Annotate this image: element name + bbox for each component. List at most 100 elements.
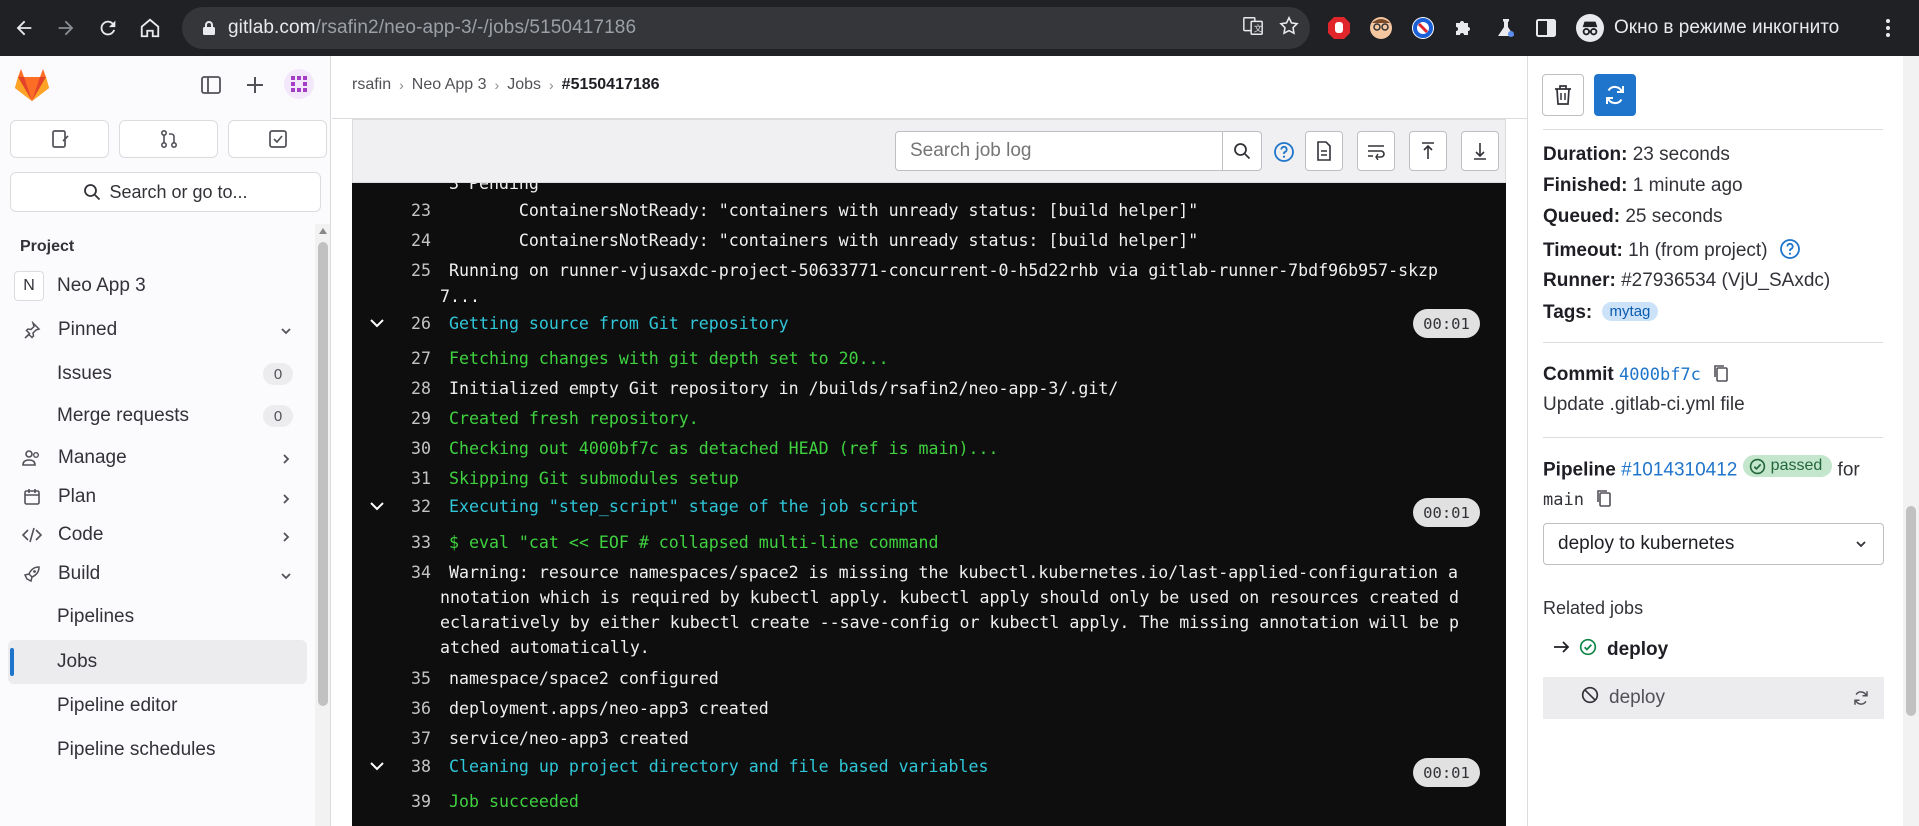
- sidebar-item-issues[interactable]: Issues 0: [0, 352, 315, 396]
- log-line-number[interactable]: 39: [352, 792, 431, 811]
- svg-text:文: 文: [1254, 23, 1262, 33]
- log-line-number[interactable]: 26: [352, 314, 431, 333]
- log-line-number[interactable]: 31: [352, 469, 431, 488]
- sidebar-item-manage[interactable]: Manage: [0, 438, 315, 478]
- sidebar-item-pipeline-editor[interactable]: Pipeline editor: [0, 684, 315, 728]
- stage-select-value: deploy to kubernetes: [1558, 533, 1735, 554]
- log-line-number[interactable]: 29: [352, 409, 431, 428]
- log-line-number[interactable]: 37: [352, 729, 431, 748]
- scroll-to-bottom-button[interactable]: [1461, 131, 1499, 171]
- extension-blue-circle-icon[interactable]: [1410, 10, 1436, 46]
- count-badge: 0: [263, 363, 293, 385]
- log-line-number[interactable]: 30: [352, 439, 431, 458]
- bookmark-star-icon[interactable]: [1278, 15, 1300, 42]
- commit-sha-link[interactable]: 4000bf7c: [1619, 365, 1701, 385]
- sidebar-item-label: Pipelines: [57, 606, 135, 627]
- pipeline-ref[interactable]: main: [1543, 490, 1584, 510]
- todo-list-button[interactable]: [228, 120, 327, 158]
- log-line-number[interactable]: 27: [352, 349, 431, 368]
- plus-icon[interactable]: [244, 74, 266, 101]
- help-icon[interactable]: [1273, 141, 1295, 168]
- log-line-number[interactable]: 35: [352, 669, 431, 688]
- log-line-number[interactable]: 25: [352, 261, 431, 280]
- translate-icon[interactable]: 文: [1242, 15, 1264, 42]
- sidebar-item-pipeline-schedules[interactable]: Pipeline schedules: [0, 728, 315, 772]
- log-line-number[interactable]: 32: [352, 497, 431, 516]
- job-log-search-button[interactable]: [1222, 131, 1262, 171]
- pipeline-id-link[interactable]: #1014310412: [1621, 460, 1737, 481]
- sidebar-item-build[interactable]: Build: [0, 554, 315, 594]
- side-panel-icon[interactable]: [1534, 10, 1558, 46]
- show-raw-button[interactable]: [1305, 131, 1343, 171]
- breadcrumb-user[interactable]: rsafin: [352, 76, 391, 94]
- tag-badge: mytag: [1601, 302, 1659, 321]
- log-line-number[interactable]: 28: [352, 379, 431, 398]
- stage-select[interactable]: deploy to kubernetes: [1543, 523, 1884, 565]
- users-icon: [20, 449, 44, 467]
- incognito-indicator[interactable]: Окно в режиме инкогнито: [1570, 8, 1853, 48]
- job-log: 3 Pending 23 ContainersNotReady: "contai…: [352, 183, 1506, 826]
- scroll-to-top-button[interactable]: [1409, 131, 1447, 171]
- sidebar-item-plan[interactable]: Plan: [0, 478, 315, 516]
- browser-menu-icon[interactable]: [1884, 10, 1892, 46]
- log-text: Created fresh repository.: [449, 409, 699, 428]
- reload-button[interactable]: [90, 10, 126, 46]
- retry-job-button[interactable]: [1594, 74, 1636, 116]
- toggle-wrap-button[interactable]: [1357, 131, 1395, 171]
- related-job[interactable]: deploy: [1543, 677, 1884, 719]
- help-icon[interactable]: [1779, 238, 1801, 266]
- assigned-issues-button[interactable]: [10, 120, 109, 158]
- sidebar-item-project[interactable]: N Neo App 3: [0, 264, 315, 308]
- sidebar-item-code[interactable]: Code: [0, 516, 315, 554]
- merge-requests-button[interactable]: [119, 120, 218, 158]
- breadcrumb-project[interactable]: Neo App 3: [412, 76, 487, 94]
- log-line-number[interactable]: 34: [352, 563, 431, 582]
- sidebar-item-merge-requests[interactable]: Merge requests 0: [0, 396, 315, 436]
- log-text: Cleaning up project directory and file b…: [449, 757, 989, 776]
- reload-icon: [100, 20, 116, 36]
- sidebar-scrollbar[interactable]: [315, 224, 330, 826]
- erase-job-button[interactable]: [1542, 74, 1584, 116]
- home-button[interactable]: [132, 10, 168, 46]
- sidebar-toggle-icon[interactable]: [200, 74, 222, 101]
- copy-icon[interactable]: [1712, 363, 1730, 389]
- address-bar[interactable]: gitlab.com/rsafin2/neo-app-3/-/jobs/5150…: [182, 7, 1310, 49]
- tags-row: Tags: mytag: [1543, 302, 1659, 324]
- log-line-number[interactable]: 23: [352, 201, 431, 220]
- sidebar-item-label: Pinned: [58, 319, 118, 340]
- pipeline-status-badge[interactable]: passed: [1742, 455, 1833, 477]
- panel-scrollbar[interactable]: [1903, 56, 1919, 826]
- breadcrumb-jobs[interactable]: Jobs: [507, 76, 541, 94]
- gitlab-logo-icon[interactable]: [14, 68, 50, 107]
- log-line-number[interactable]: 38: [352, 757, 431, 776]
- related-job-current[interactable]: deploy: [1543, 629, 1884, 671]
- job-log-search-input[interactable]: [895, 131, 1223, 171]
- scrollbar-thumb[interactable]: [1906, 506, 1916, 716]
- retry-icon[interactable]: [1852, 689, 1870, 713]
- sidebar-item-pinned[interactable]: Pinned: [0, 308, 315, 352]
- sidebar-item-jobs[interactable]: Jobs: [8, 640, 307, 684]
- search-or-go-button[interactable]: Search or go to...: [10, 172, 321, 212]
- finished-row: Finished: 1 minute ago: [1543, 175, 1743, 197]
- extension-lab-icon[interactable]: [1494, 10, 1518, 46]
- scrollbar-thumb[interactable]: [318, 242, 328, 706]
- user-avatar[interactable]: [284, 69, 314, 104]
- log-line-number[interactable]: 36: [352, 699, 431, 718]
- scroll-up-arrow-icon[interactable]: [319, 228, 327, 234]
- forward-arrow-icon: [58, 20, 74, 36]
- back-button[interactable]: [6, 10, 42, 46]
- rocket-icon: [20, 565, 44, 583]
- breadcrumb-current-job[interactable]: #5150417186: [562, 76, 660, 94]
- extensions-puzzle-icon[interactable]: [1452, 10, 1476, 46]
- extension-stop-icon[interactable]: [1326, 10, 1352, 46]
- forward-button[interactable]: [48, 10, 84, 46]
- log-text: Checking out 4000bf7c as detached HEAD (…: [449, 439, 999, 458]
- sidebar-item-pipelines[interactable]: Pipelines: [0, 594, 315, 640]
- log-line-number[interactable]: 33: [352, 533, 431, 552]
- log-line-number[interactable]: 24: [352, 231, 431, 250]
- log-text: deployment.apps/neo-app3 created: [449, 699, 769, 718]
- chevron-right-icon: [279, 490, 293, 512]
- copy-icon[interactable]: [1595, 488, 1613, 514]
- extension-face-icon[interactable]: [1368, 10, 1394, 46]
- log-text: 3 Pending: [449, 183, 539, 193]
